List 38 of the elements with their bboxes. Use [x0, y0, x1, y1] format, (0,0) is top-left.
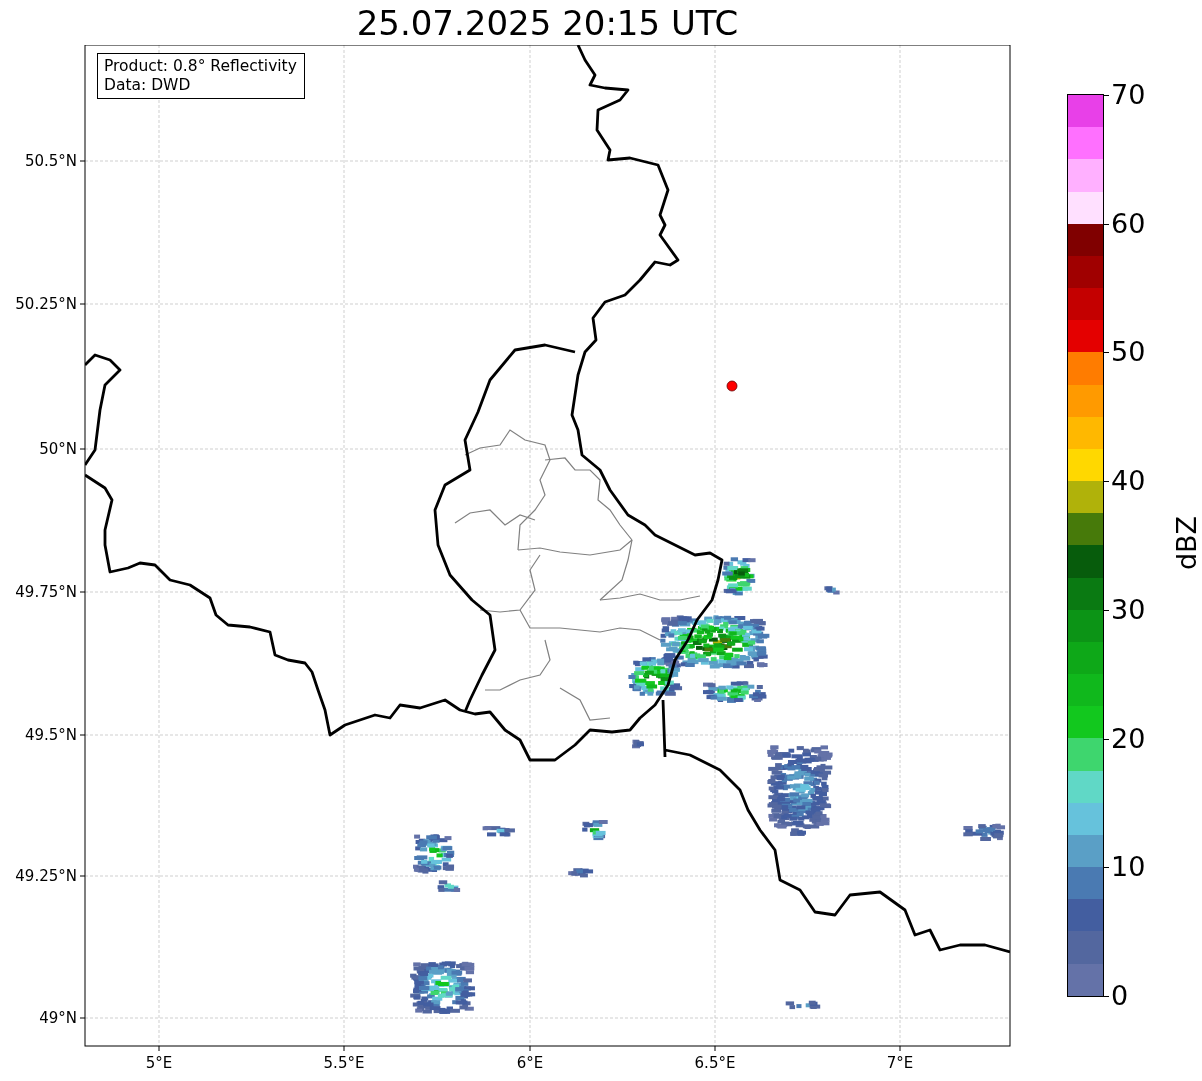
axis-tick-label: 49.75°N	[15, 583, 77, 601]
radar-echo	[722, 557, 756, 596]
radar-echo	[582, 820, 608, 841]
radar-site-marker	[726, 380, 738, 392]
axis-tick-label: 6°E	[516, 1054, 544, 1072]
axis-tick-label: 5°E	[145, 1054, 173, 1072]
axis-tick-label: 50.5°N	[24, 152, 77, 170]
district-border	[559, 687, 611, 721]
radar-echo	[568, 868, 594, 878]
colorbar-tick-label: 60	[1111, 208, 1146, 239]
axis-tick-label: 50.25°N	[15, 295, 77, 313]
radar-echo	[437, 880, 461, 892]
info-text: Product: 0.8° Reflectivity	[104, 57, 297, 76]
colorbar-tick-label: 30	[1111, 594, 1146, 625]
colorbar-tick-label: 50	[1111, 337, 1146, 368]
radar-echo	[824, 586, 840, 595]
colorbar-tick-label: 0	[1111, 981, 1129, 1011]
chart-title: 25.07.2025 20:15 UTC	[356, 2, 739, 43]
axis-tick-label: 49°N	[39, 1009, 77, 1027]
radar-echo	[785, 1000, 821, 1010]
colorbar-label: dBZ	[1172, 515, 1202, 571]
info-text: Data: DWD	[104, 76, 192, 95]
axis-tick-label: 6.5°E	[694, 1054, 736, 1072]
radar-echo	[482, 826, 515, 837]
axis-tick-label: 49.5°N	[24, 726, 77, 744]
colorbar-tick-label: 10	[1111, 852, 1146, 883]
radar-echo	[632, 739, 644, 749]
colorbar-tick-label: 70	[1111, 80, 1146, 110]
colorbar-tick-label: 40	[1111, 466, 1146, 497]
radar-echo	[413, 834, 455, 874]
radar-echo	[963, 823, 1006, 841]
colorbar-tick-label: 20	[1111, 723, 1146, 754]
axis-tick-label: 50°N	[39, 440, 77, 458]
axis-tick-label: 5.5°E	[323, 1054, 365, 1072]
axis-tick-label: 7°E	[886, 1054, 914, 1072]
axis-tick-label: 49.25°N	[15, 867, 77, 885]
radar-echo	[703, 681, 767, 703]
radar-echo	[410, 961, 476, 1014]
